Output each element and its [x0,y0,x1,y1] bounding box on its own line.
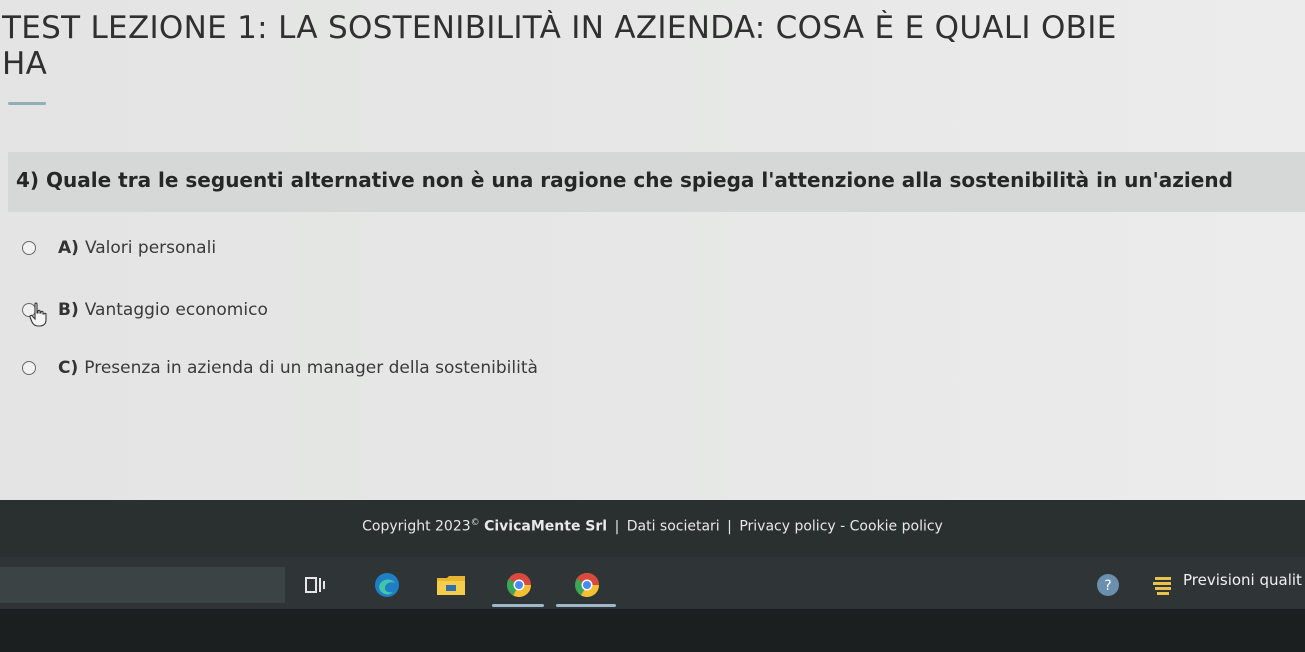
screen-bezel [0,609,1305,652]
chrome-active-indicator [492,604,544,607]
radio-button-c[interactable] [22,361,36,375]
site-footer: Copyright 2023© CivicaMente Srl | Dati s… [0,500,1305,557]
os-taskbar: ? Previsioni qualit [0,557,1305,609]
svg-text:?: ? [1104,578,1111,594]
footer-dash: - [840,518,846,535]
footer-separator: | [727,518,732,535]
quiz-page: TEST LEZIONE 1: LA SOSTENIBILITÀ IN AZIE… [0,0,1305,500]
title-underline [8,102,46,105]
weather-icon[interactable] [1147,571,1177,599]
file-explorer-icon[interactable] [436,571,466,599]
help-icon[interactable]: ? [1093,571,1123,599]
page-title-line2: HA [2,46,48,82]
hand-cursor-icon [29,302,47,327]
radio-button-a[interactable] [22,241,36,255]
page-title: TEST LEZIONE 1: LA SOSTENIBILITÀ IN AZIE… [2,10,1305,82]
footer-separator: | [614,518,620,535]
page-title-line1: TEST LEZIONE 1: LA SOSTENIBILITÀ IN AZIE… [2,10,1117,46]
copyright-symbol: © [470,518,480,528]
question-box: 4) Quale tra le seguenti alternative non… [8,152,1305,212]
option-a-label: Valori personali [84,238,217,258]
question-text: 4) Quale tra le seguenti alternative non… [16,168,1233,192]
taskbar-search-area[interactable] [0,567,285,603]
copyright-text: Copyright 2023 [362,518,471,535]
cookie-policy-link[interactable]: Cookie policy [850,519,943,535]
option-a[interactable]: A) Valori personali [22,236,216,260]
option-b[interactable]: B) Vantaggio economico [22,298,268,322]
option-c-letter: C) [58,358,79,378]
option-a-letter: A) [58,238,79,258]
option-c-label: Presenza in azienda di un manager della … [84,358,538,378]
option-b-label: Vantaggio economico [84,300,268,320]
company-link[interactable]: CivicaMente Srl [484,519,607,535]
task-view-icon[interactable] [300,571,330,599]
chrome-alt-icon[interactable] [572,571,602,599]
option-c[interactable]: C) Presenza in azienda di un manager del… [22,356,538,380]
chrome-icon[interactable] [504,571,534,599]
option-b-letter: B) [58,300,79,320]
footer-text: Copyright 2023© CivicaMente Srl | Dati s… [0,518,1305,535]
dati-societari-link[interactable]: Dati societari [627,519,720,535]
air-quality-forecast-label[interactable]: Previsioni qualit [1183,571,1302,589]
privacy-policy-link[interactable]: Privacy policy [739,519,835,535]
edge-icon[interactable] [372,571,402,599]
chrome-alt-active-indicator [556,604,616,607]
